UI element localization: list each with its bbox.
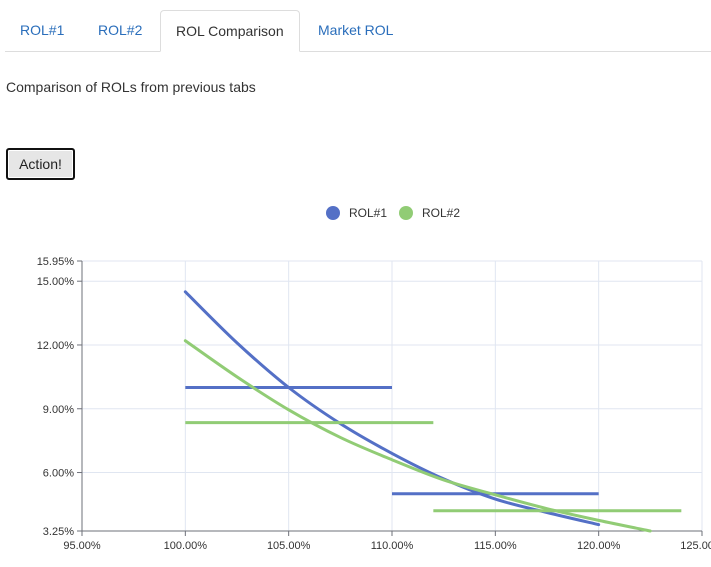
chart-axes: 95.00% 100.00% 105.00% 110.00% 115.00% 120.00… [37, 256, 711, 552]
chart-series [183, 290, 682, 533]
chart-legend[interactable]: ROL#1 ROL#2 [326, 206, 460, 220]
x-tick-label: 125.00% [680, 540, 711, 552]
y-tick-label: 9.00% [43, 404, 74, 416]
rol-comparison-chart: ROL#1 ROL#2 95.00% 100.00% 105.00% 110.00% 1… [37, 206, 711, 552]
x-tick-label: 120.00% [577, 540, 621, 552]
legend-label-rol2: ROL#2 [422, 206, 460, 220]
y-tick-label: 6.00% [43, 468, 74, 480]
chart-grid [81, 260, 703, 532]
legend-label-rol1: ROL#1 [349, 206, 387, 220]
x-tick-label: 100.00% [164, 540, 208, 552]
legend-marker-rol1 [326, 206, 340, 220]
y-tick-label: 3.25% [43, 526, 74, 538]
x-tick-label: 105.00% [267, 540, 311, 552]
y-tick-label: 15.95% [37, 256, 75, 268]
series-curve-2 [183, 339, 652, 533]
y-tick-label: 15.00% [37, 276, 75, 288]
series-2 [183, 339, 682, 533]
y-tick-label: 12.00% [37, 340, 75, 352]
x-tick-label: 110.00% [371, 540, 414, 552]
legend-item-rol1[interactable]: ROL#1 [326, 206, 387, 220]
x-tick-label: 115.00% [474, 540, 517, 552]
legend-marker-rol2 [399, 206, 413, 220]
x-tick-label: 95.00% [63, 540, 101, 552]
legend-item-rol2[interactable]: ROL#2 [399, 206, 460, 220]
